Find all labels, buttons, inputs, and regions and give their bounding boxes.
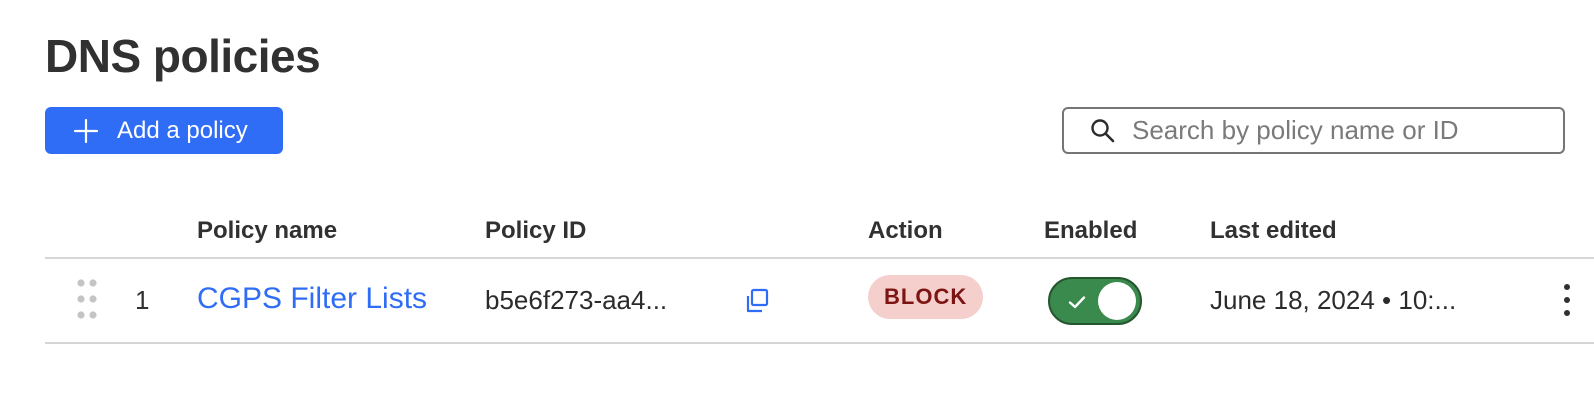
add-policy-label: Add a policy [117, 116, 248, 144]
toggle-knob [1098, 282, 1136, 320]
more-options-icon[interactable] [1560, 282, 1570, 318]
search-icon [1091, 118, 1115, 142]
search-box[interactable] [1062, 107, 1565, 154]
table-row-divider [45, 342, 1594, 344]
row-index: 1 [135, 285, 150, 315]
column-header-action[interactable]: Action [868, 204, 943, 258]
column-header-enabled[interactable]: Enabled [1044, 204, 1137, 258]
dns-policies-page: DNS policies Add a policy Policy name Po… [0, 0, 1594, 412]
add-policy-button[interactable]: Add a policy [45, 107, 283, 154]
column-header-last-edited[interactable]: Last edited [1210, 204, 1337, 258]
last-edited: June 18, 2024 • 10:... [1210, 285, 1457, 315]
drag-handle-icon[interactable] [75, 278, 99, 322]
table-row: 1 CGPS Filter Lists b5e6f273-aa4... BLOC… [45, 259, 1594, 342]
plus-icon [73, 118, 99, 143]
column-header-policy-name[interactable]: Policy name [197, 204, 337, 258]
search-input[interactable] [1132, 115, 1532, 146]
column-header-policy-id[interactable]: Policy ID [485, 204, 586, 258]
page-title: DNS policies [45, 30, 321, 82]
policy-name-link[interactable]: CGPS Filter Lists [197, 259, 427, 339]
enabled-toggle[interactable] [1048, 277, 1142, 325]
copy-icon[interactable] [742, 286, 772, 316]
action-badge: BLOCK [868, 275, 984, 319]
check-icon [1068, 296, 1086, 309]
policy-id: b5e6f273-aa4... [485, 285, 668, 315]
